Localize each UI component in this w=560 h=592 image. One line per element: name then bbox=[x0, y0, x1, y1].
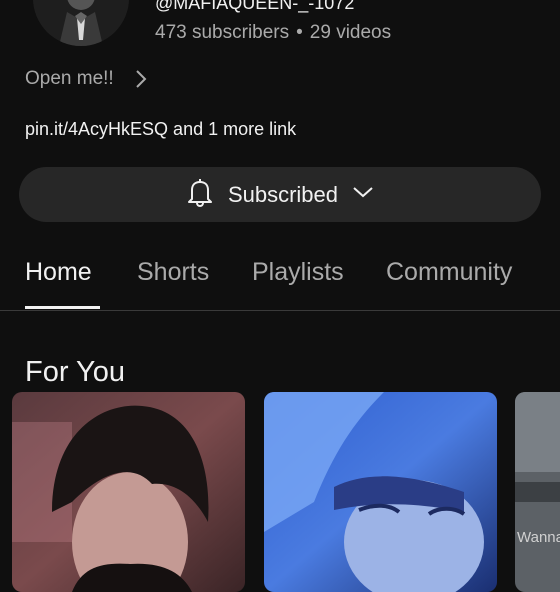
tab-community[interactable]: Community bbox=[386, 258, 512, 287]
chevron-right-icon bbox=[134, 68, 148, 90]
subscribed-button[interactable]: Subscribed bbox=[19, 167, 541, 222]
channel-description-row[interactable]: Open me!! bbox=[25, 68, 148, 90]
channel-handle: @MAFIAQUEEN-_-1072 bbox=[155, 0, 355, 13]
video-thumbnail[interactable] bbox=[264, 392, 497, 592]
chevron-down-icon bbox=[352, 185, 374, 204]
active-tab-indicator bbox=[25, 306, 100, 309]
video-count: 29 videos bbox=[309, 22, 392, 43]
channel-links[interactable]: pin.it/4AcyHkESQ and 1 more link bbox=[25, 119, 296, 140]
channel-stats: 473 subscribers • 29 videos bbox=[155, 22, 391, 44]
subscribed-label: Subscribed bbox=[227, 181, 339, 207]
channel-avatar[interactable] bbox=[33, 0, 129, 46]
video-thumbnail[interactable]: Wanna bbox=[515, 392, 560, 592]
separator-dot: • bbox=[296, 22, 303, 43]
subscriber-count: 473 subscribers bbox=[155, 22, 290, 43]
description-teaser: Open me!! bbox=[25, 68, 114, 89]
thumbnail-overlay-text: Wanna bbox=[517, 529, 560, 546]
video-thumbnail[interactable] bbox=[12, 392, 245, 592]
tab-playlists[interactable]: Playlists bbox=[252, 258, 344, 287]
bell-icon bbox=[186, 177, 214, 212]
channel-tabs: Home Shorts Playlists Community bbox=[0, 244, 560, 311]
section-title: For You bbox=[25, 356, 125, 389]
tab-home[interactable]: Home bbox=[25, 258, 92, 287]
tab-shorts[interactable]: Shorts bbox=[137, 258, 209, 287]
